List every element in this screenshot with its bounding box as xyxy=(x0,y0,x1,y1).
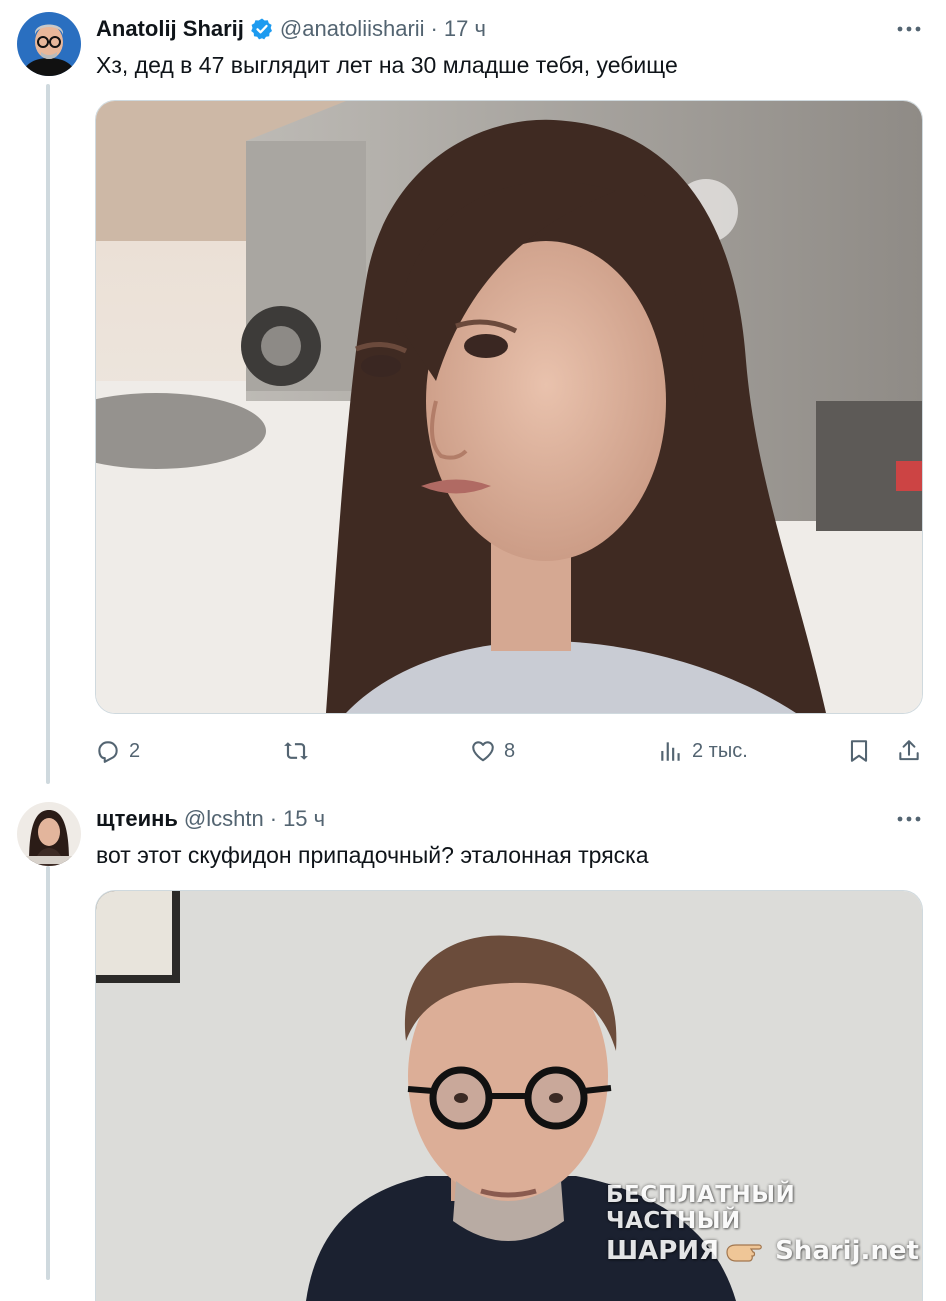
separator-dot: · xyxy=(430,16,438,41)
tweet-header: щтеинь @lcshtn · 15 ч xyxy=(96,806,325,832)
separator-dot: · xyxy=(269,806,278,831)
share-button[interactable] xyxy=(896,733,922,769)
share-icon xyxy=(896,738,922,764)
tweet-header: Anatolij Sharij @anatoliisharii · 17 ч xyxy=(96,16,486,42)
reply-icon xyxy=(95,738,121,764)
views-count: 2 тыс. xyxy=(692,739,748,762)
pointing-hand-icon xyxy=(725,1238,769,1264)
avatar[interactable] xyxy=(17,802,81,866)
watermark-line2-right: Sharij.net xyxy=(775,1236,919,1266)
reply-count: 2 xyxy=(129,739,141,762)
tweet-text: Хз, дед в 47 выглядит лет на 30 младше т… xyxy=(96,52,678,78)
tweet-media-photo[interactable] xyxy=(95,100,923,714)
views-icon xyxy=(658,738,684,764)
bookmark-icon xyxy=(846,738,872,764)
tweet-actions: 2 8 2 тыс. xyxy=(95,733,925,769)
watermark-line2-left: ШАРИЯ xyxy=(606,1236,720,1266)
avatar[interactable] xyxy=(17,12,81,76)
watermark-line1: БЕСПЛАТНЫЙ ЧАСТНЫЙ xyxy=(606,1182,796,1234)
timestamp[interactable]: 17 ч xyxy=(444,16,486,42)
author-handle[interactable]: @anatoliisharii xyxy=(280,16,425,42)
views-button[interactable]: 2 тыс. xyxy=(658,733,748,769)
thread-line xyxy=(46,866,50,1280)
like-count: 8 xyxy=(504,739,516,762)
retweet-button[interactable] xyxy=(282,733,318,769)
tweet-text: вот этот скуфидон припадочный? эталонная… xyxy=(96,842,649,868)
verified-badge-icon xyxy=(250,17,274,41)
retweet-icon xyxy=(282,738,310,764)
reply-button[interactable]: 2 xyxy=(95,733,140,769)
thread-line xyxy=(46,84,50,784)
author-handle[interactable]: @lcshtn xyxy=(184,806,264,832)
more-dots-icon[interactable] xyxy=(889,17,929,41)
author-name[interactable]: щтеинь xyxy=(96,806,178,832)
watermark: БЕСПЛАТНЫЙ ЧАСТНЫЙ ШАРИЯ Sharij.net xyxy=(606,1182,926,1266)
more-dots-icon[interactable] xyxy=(889,807,929,831)
bookmark-button[interactable] xyxy=(846,733,872,769)
timestamp[interactable]: 15 ч xyxy=(283,806,325,832)
author-name[interactable]: Anatolij Sharij xyxy=(96,16,244,42)
like-button[interactable]: 8 xyxy=(470,733,515,769)
heart-icon xyxy=(470,738,496,764)
